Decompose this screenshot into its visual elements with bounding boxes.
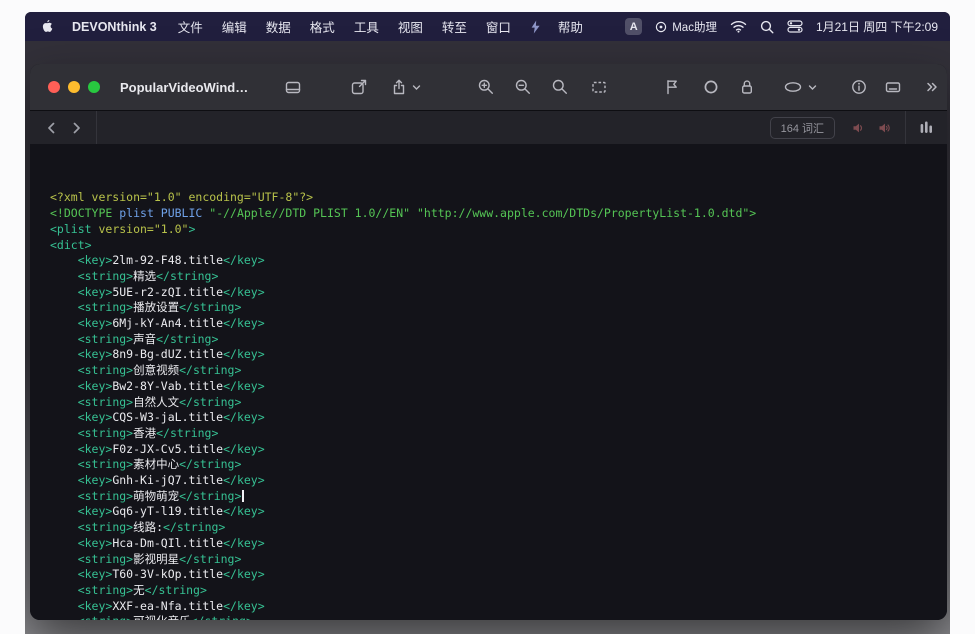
forward-button[interactable]: [68, 120, 84, 136]
code-line: <key>CQS-W3-jaL.title</key>: [50, 410, 947, 426]
menu-item-format[interactable]: 格式: [310, 17, 335, 36]
menu-item-data[interactable]: 数据: [266, 17, 291, 36]
spotlight-search-icon[interactable]: [760, 20, 774, 34]
open-externally-icon[interactable]: [350, 78, 368, 96]
window-title: PopularVideoWind…: [120, 80, 248, 95]
code-line: <dict>: [50, 238, 947, 254]
zoom-in-icon[interactable]: [477, 78, 495, 96]
code-line: <key>XXF-ea-Nfa.title</key>: [50, 599, 947, 615]
menu-item-file[interactable]: 文件: [178, 17, 203, 36]
menu-bar: DEVONthink 3 文件 编辑 数据 格式 工具 视图 转至 窗口 帮助 …: [25, 12, 950, 41]
zoom-out-icon[interactable]: [514, 78, 532, 96]
flag-icon[interactable]: [663, 78, 681, 96]
code-line: <key>F0z-JX-Cv5.title</key>: [50, 442, 947, 458]
speak-settings-icon[interactable]: [877, 121, 891, 135]
code-line: <string>香港</string>: [50, 426, 947, 442]
oval-icon: [783, 78, 804, 96]
code-line: <key>2lm-92-F48.title</key>: [50, 253, 947, 269]
back-button[interactable]: [44, 120, 60, 136]
code-line: <key>6Mj-kY-An4.title</key>: [50, 316, 947, 332]
code-line: <string>萌物萌宠</string>: [50, 489, 947, 505]
window-toolbar: PopularVideoWind…: [30, 64, 947, 111]
code-line: <key>8n9-Bg-dUZ.title</key>: [50, 347, 947, 363]
assistant-label: Mac助理: [672, 19, 717, 35]
code-line: <string>线路:</string>: [50, 520, 947, 536]
desktop: DEVONthink 3 文件 编辑 数据 格式 工具 视图 转至 窗口 帮助 …: [25, 12, 950, 634]
menu-item-view[interactable]: 视图: [398, 17, 423, 36]
code-line: <string>素材中心</string>: [50, 457, 947, 473]
code-line: <plist version="1.0">: [50, 222, 947, 238]
assistant-menu-item[interactable]: Mac助理: [655, 19, 717, 35]
code-line: <string>影视明星</string>: [50, 552, 947, 568]
menu-item-tools[interactable]: 工具: [354, 17, 379, 36]
code-line: <string>可视化音乐</string>: [50, 614, 947, 620]
code-line: <string>创意视频</string>: [50, 363, 947, 379]
code-line: <key>Gq6-yT-l19.title</key>: [50, 504, 947, 520]
text-cursor: [242, 490, 244, 502]
code-line: <?xml version="1.0" encoding="UTF-8"?>: [50, 190, 947, 206]
close-button[interactable]: [48, 81, 60, 93]
search-magnifier-icon[interactable]: [551, 78, 569, 96]
apple-menu-icon[interactable]: [41, 19, 54, 34]
input-source-badge[interactable]: A: [625, 18, 642, 35]
highlight-tool-button[interactable]: [783, 78, 817, 96]
chevron-down-icon: [808, 83, 817, 92]
scripts-bolt-icon[interactable]: [530, 20, 541, 34]
document-editor[interactable]: <?xml version="1.0" encoding="UTF-8"?><!…: [30, 144, 947, 620]
target-circle-icon[interactable]: [702, 78, 720, 96]
menu-item-help[interactable]: 帮助: [558, 17, 583, 36]
lock-icon[interactable]: [738, 78, 756, 96]
code-line: <key>Gnh-Ki-jQ7.title</key>: [50, 473, 947, 489]
divider: [905, 111, 906, 144]
code-line: <key>T60-3V-kOp.title</key>: [50, 567, 947, 583]
code-line: <key>Hca-Dm-QIl.title</key>: [50, 536, 947, 552]
minimize-button[interactable]: [68, 81, 80, 93]
wifi-icon[interactable]: [730, 20, 747, 33]
menu-item-edit[interactable]: 编辑: [222, 17, 247, 36]
keyboard-icon[interactable]: [884, 78, 902, 96]
chevron-down-icon: [412, 83, 421, 92]
code-line: <string>精选</string>: [50, 269, 947, 285]
code-line: <key>5UE-r2-zQI.title</key>: [50, 285, 947, 301]
menu-item-window[interactable]: 窗口: [486, 17, 511, 36]
panel-toggle-icon[interactable]: [284, 78, 302, 96]
share-icon: [390, 78, 408, 96]
menu-item-go[interactable]: 转至: [442, 17, 467, 36]
devonthink-window: PopularVideoWind…: [30, 64, 947, 620]
divider: [96, 111, 97, 144]
code-line: <key>Bw2-8Y-Vab.title</key>: [50, 379, 947, 395]
code-line: <string>无</string>: [50, 583, 947, 599]
assistant-icon: [655, 21, 667, 33]
share-button[interactable]: [390, 78, 421, 96]
info-icon[interactable]: [850, 78, 868, 96]
code-line: <string>播放设置</string>: [50, 300, 947, 316]
code-line: <!DOCTYPE plist PUBLIC "-//Apple//DTD PL…: [50, 206, 947, 222]
control-center-icon[interactable]: [787, 20, 803, 33]
menu-bar-clock[interactable]: 1月21日 周四 下午2:09: [816, 18, 938, 35]
speak-icon[interactable]: [851, 121, 865, 135]
toolbar-overflow-icon[interactable]: [922, 78, 940, 96]
code-line: <string>声音</string>: [50, 332, 947, 348]
concordance-columns-icon[interactable]: [918, 119, 935, 136]
word-count-badge: 164 词汇: [770, 117, 835, 139]
app-menu[interactable]: DEVONthink 3: [72, 20, 157, 34]
window-controls: [30, 81, 100, 93]
code-line: <string>自然人文</string>: [50, 395, 947, 411]
selection-icon[interactable]: [590, 78, 608, 96]
zoom-button[interactable]: [88, 81, 100, 93]
editor-bar: 164 词汇: [30, 111, 947, 145]
code-area: <?xml version="1.0" encoding="UTF-8"?><!…: [50, 190, 947, 620]
